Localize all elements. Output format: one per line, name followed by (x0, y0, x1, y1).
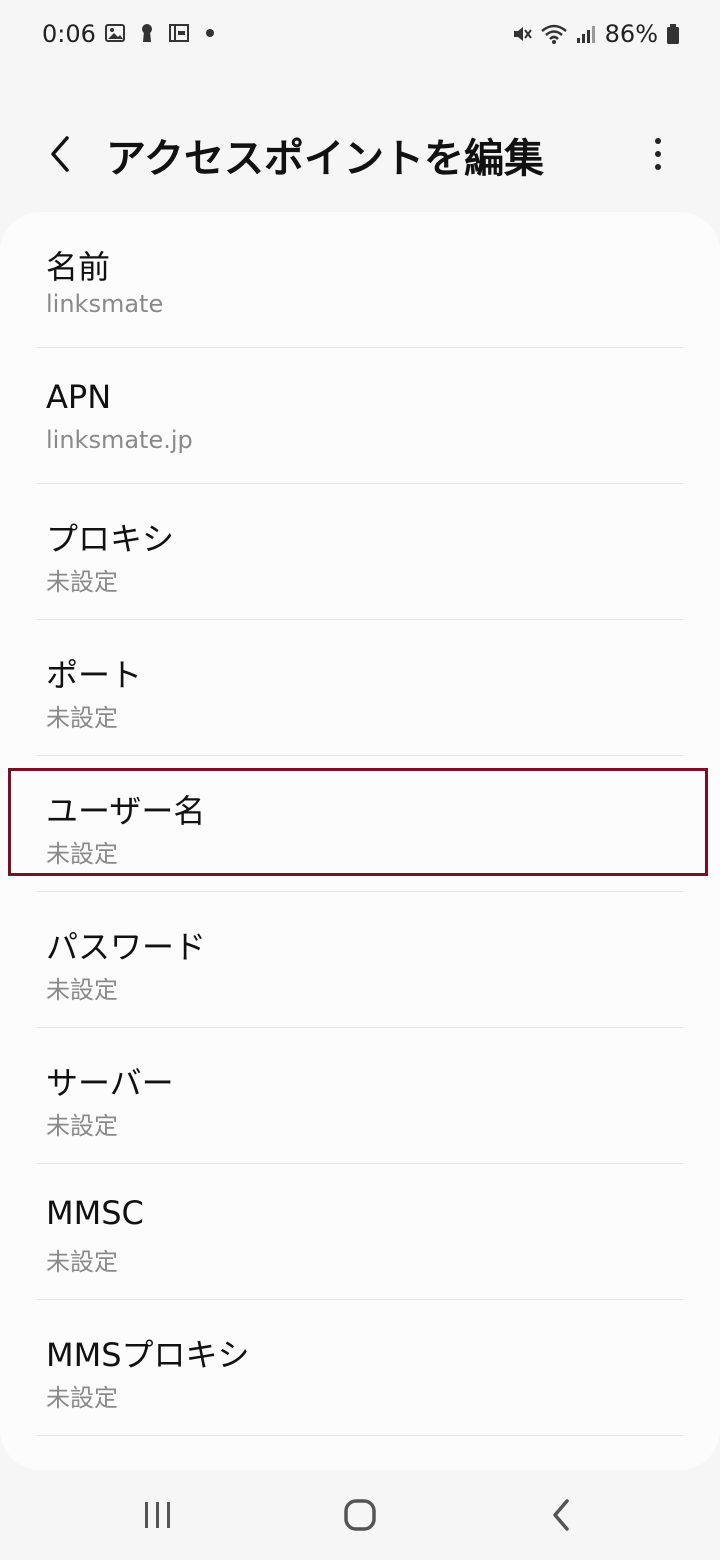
back-nav-button[interactable] (532, 1490, 592, 1540)
highlight-box (8, 768, 708, 876)
setting-item-server[interactable]: サーバー 未設定 (0, 1028, 720, 1164)
setting-title: プロキシ (46, 520, 175, 558)
setting-title: 名前 (46, 248, 111, 286)
wifi-icon (540, 24, 567, 44)
setting-title: APN (46, 378, 112, 416)
keyhole-icon (142, 24, 152, 42)
setting-value: 未設定 (46, 1112, 118, 1140)
setting-title: MMSプロキシ (46, 1336, 250, 1374)
chevron-left-icon (51, 136, 69, 172)
setting-value: 未設定 (46, 704, 118, 732)
setting-item-name[interactable]: 名前 linksmate (0, 212, 720, 348)
setting-item-mms-proxy[interactable]: MMSプロキシ 未設定 (0, 1300, 720, 1436)
setting-value: 未設定 (46, 1248, 118, 1276)
setting-value: 未設定 (46, 976, 118, 1004)
mute-icon (513, 27, 532, 41)
signal-icon (576, 26, 595, 43)
setting-value: linksmate.jp (46, 426, 193, 454)
setting-value: linksmate (46, 290, 164, 318)
more-options-button[interactable] (634, 128, 682, 180)
app-bar: アクセスポイントを編集 (0, 100, 720, 210)
au-icon (169, 24, 189, 42)
more-dot-icon (655, 164, 661, 170)
battery-icon (667, 24, 679, 44)
setting-title: サーバー (46, 1064, 174, 1102)
more-dot-icon (655, 151, 661, 157)
setting-value: 未設定 (46, 568, 118, 596)
chevron-left-icon (553, 1499, 569, 1531)
page-title: アクセスポイントを編集 (106, 136, 544, 182)
image-icon (105, 24, 125, 42)
setting-item-proxy[interactable]: プロキシ 未設定 (0, 484, 720, 620)
divider (37, 1435, 683, 1436)
setting-value: 未設定 (46, 1384, 118, 1412)
setting-item-mmsc[interactable]: MMSC 未設定 (0, 1164, 720, 1300)
home-icon (344, 1499, 376, 1531)
setting-title: MMSC (46, 1194, 144, 1232)
status-bar: 0:06 86% (0, 0, 720, 72)
system-icons: 86% (511, 20, 680, 48)
more-dot-icon (655, 138, 661, 144)
setting-item-port[interactable]: ポート 未設定 (0, 620, 720, 756)
status-time: 0:06 (42, 20, 96, 48)
more-notifications-dot (206, 29, 214, 37)
battery-percent: 86% (604, 20, 658, 48)
navigation-bar (0, 1470, 720, 1560)
recent-apps-icon (145, 1502, 170, 1528)
setting-title: パスワード (46, 928, 207, 966)
home-button[interactable] (330, 1490, 390, 1540)
notification-icons (104, 22, 214, 44)
setting-item-apn[interactable]: APN linksmate.jp (0, 348, 720, 484)
setting-item-password[interactable]: パスワード 未設定 (0, 892, 720, 1028)
back-button[interactable] (34, 128, 86, 180)
setting-title: ポート (46, 656, 143, 694)
recent-apps-button[interactable] (128, 1490, 188, 1540)
